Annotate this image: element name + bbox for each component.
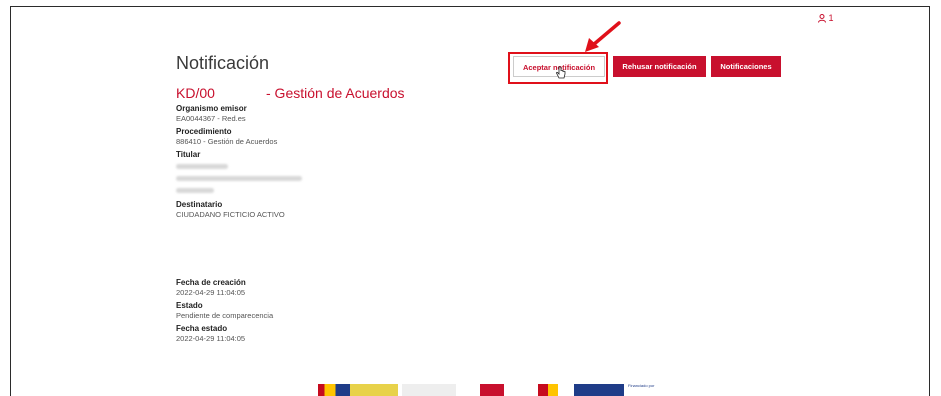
funding-text: Financiado por	[628, 383, 655, 388]
annotation-arrow-icon	[585, 21, 621, 52]
estado-label: Estado	[176, 301, 203, 310]
fecha-estado-label: Fecha estado	[176, 324, 228, 333]
page-title: Notificación	[176, 53, 270, 73]
ministry-logo	[402, 384, 456, 396]
notification-status-details: Fecha de creación 2022-04-29 11:04:05 Es…	[176, 278, 436, 347]
plan-logo	[538, 384, 558, 396]
destinatario-value: CIUDADANO FICTICIO ACTIVO	[176, 210, 285, 219]
titular-name-redacted	[176, 164, 228, 169]
notification-subject: - Gestión de Acuerdos	[266, 85, 405, 101]
titular-label: Titular	[176, 150, 201, 159]
destinatario-label: Destinatario	[176, 200, 223, 209]
user-icon	[818, 14, 826, 23]
reject-notification-button[interactable]: Rehusar notificación	[613, 56, 706, 77]
user-count: 1	[828, 13, 834, 23]
procedimiento-label: Procedimiento	[176, 127, 232, 136]
hand-cursor-icon	[556, 66, 566, 79]
fecha-estado-value: 2022-04-29 11:04:05	[176, 334, 246, 343]
notification-code: KD/00	[176, 85, 215, 101]
fecha-creacion-value: 2022-04-29 11:04:05	[176, 288, 246, 297]
eu-flag-logo	[574, 384, 624, 396]
titular-email-redacted	[176, 176, 302, 181]
notifications-button[interactable]: Notificaciones	[711, 56, 781, 77]
user-menu[interactable]: 1	[818, 13, 834, 23]
estado-value: Pendiente de comparecencia	[176, 311, 274, 320]
procedimiento-value: 886410 - Gestión de Acuerdos	[176, 137, 278, 146]
kit-digital-logo	[480, 384, 504, 396]
notification-details: Organismo emisor EA0044367 - Red.es Proc…	[176, 104, 436, 223]
government-logo	[318, 384, 398, 396]
titular-id-redacted	[176, 188, 214, 193]
organismo-label: Organismo emisor	[176, 104, 247, 113]
fecha-creacion-label: Fecha de creación	[176, 278, 246, 287]
app-frame	[10, 6, 930, 396]
footer-logos	[318, 384, 658, 396]
organismo-value: EA0044367 - Red.es	[176, 114, 246, 123]
